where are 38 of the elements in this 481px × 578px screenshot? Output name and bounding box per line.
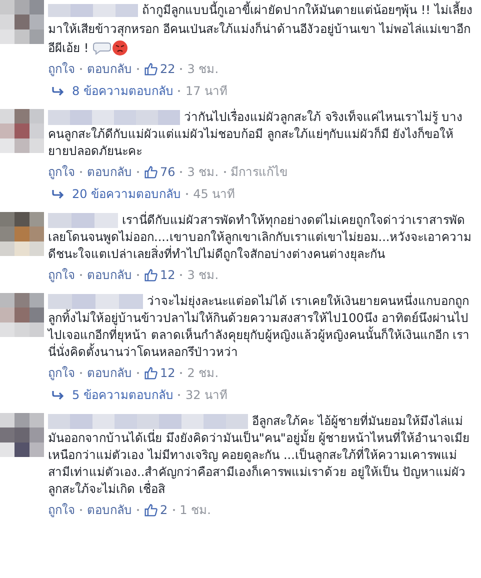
reply-link[interactable]: ตอบกลับ xyxy=(87,164,132,180)
reply-arrow-icon xyxy=(52,189,64,199)
speech-bubble-icon xyxy=(92,40,111,55)
like-link[interactable]: ถูกใจ xyxy=(48,61,75,77)
thumbs-up-icon xyxy=(144,268,158,282)
thumbs-up-icon xyxy=(144,165,158,179)
timestamp: 32 นาที xyxy=(185,387,228,403)
like-count[interactable]: 12 xyxy=(160,267,176,283)
like-link[interactable]: ถูกใจ xyxy=(48,267,75,283)
edited-label[interactable]: มีการแก้ไข xyxy=(230,164,288,180)
reply-link[interactable]: ตอบกลับ xyxy=(87,61,132,77)
timestamp: 1 ชม. xyxy=(180,502,211,518)
timestamp: 2 ชม. xyxy=(187,365,219,381)
like-count[interactable]: 76 xyxy=(160,164,176,180)
thumbs-up-icon xyxy=(144,62,158,76)
like-link[interactable]: ถูกใจ xyxy=(48,502,75,518)
angry-face-icon xyxy=(112,40,128,56)
reply-link[interactable]: ตอบกลับ xyxy=(87,365,132,381)
like-link[interactable]: ถูกใจ xyxy=(48,365,75,381)
like-count[interactable]: 2 xyxy=(160,502,168,518)
reply-link[interactable]: ตอบกลับ xyxy=(87,267,132,283)
reply-arrow-icon xyxy=(52,390,64,400)
replies-link[interactable]: 5 ข้อความตอบกลับ xyxy=(72,387,174,403)
timestamp: 3 ชม. xyxy=(187,164,219,180)
like-count[interactable]: 22 xyxy=(160,61,176,77)
timestamp: 17 นาที xyxy=(185,83,228,99)
replies-link[interactable]: 8 ข้อความตอบกลับ xyxy=(72,83,174,99)
like-count[interactable]: 12 xyxy=(160,365,176,381)
reply-arrow-icon xyxy=(52,86,64,96)
replies-link[interactable]: 20 ข้อความตอบกลับ xyxy=(72,186,182,202)
comment-text: เรานี่ดีกับแม่ผัวสารพัดทำให้ทุกอย่างดต่ไม่เคยถูกใจด่าว่าเราสารพัดเลยโดนจนพูดไม่ออก....เขาบอกให้ลูกเขาเลิกกับเราแต่เขาไม่ยอม...หวังจะเอาความดีชนะใจแตเปล่าเลยสิ่งที่ทำไปไม่ดีถูกใจสักอบ่างต่างคนต่างยุละกัน xyxy=(48,212,473,263)
reply-link[interactable]: ตอบกลับ xyxy=(87,502,132,518)
like-link[interactable]: ถูกใจ xyxy=(48,164,75,180)
thumbs-up-icon xyxy=(144,503,158,517)
thumbs-up-icon xyxy=(144,366,158,380)
timestamp: 45 นาที xyxy=(193,186,236,202)
timestamp: 3 ชม. xyxy=(187,61,219,77)
timestamp: 3 ชม. xyxy=(187,267,219,283)
